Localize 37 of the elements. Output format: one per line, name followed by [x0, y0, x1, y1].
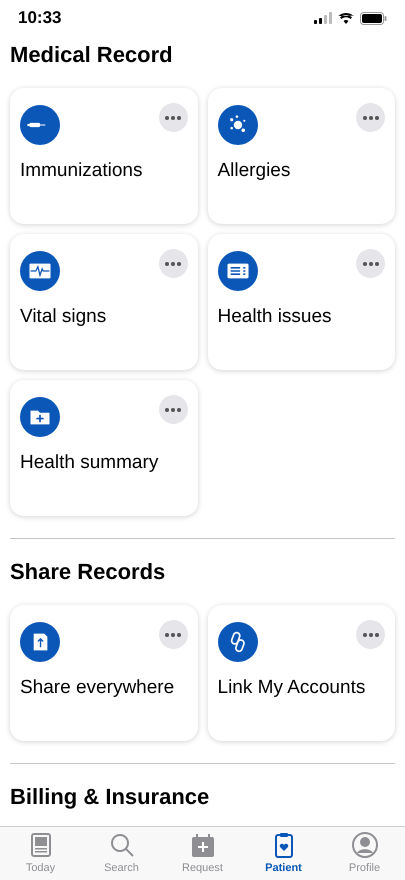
list-icon [218, 251, 258, 291]
section-title: Share Records [10, 559, 166, 585]
card-title: Allergies [218, 159, 292, 183]
battery-icon [360, 12, 387, 24]
more-button[interactable] [356, 620, 385, 649]
profile-icon [350, 831, 378, 859]
record-card[interactable]: Allergies [208, 88, 395, 224]
syringe-icon [20, 105, 60, 145]
record-card[interactable]: Link My Accounts [208, 605, 395, 741]
card-title: Share everywhere [20, 676, 176, 700]
section-title: Billing & Insurance [10, 784, 210, 810]
more-button[interactable] [158, 249, 188, 278]
more-button[interactable] [158, 103, 188, 132]
link-icon [218, 622, 258, 662]
record-card[interactable]: Vital signs [10, 234, 198, 370]
card-title: Health issues [218, 305, 333, 329]
upload-icon [20, 622, 60, 662]
folder-icon [20, 397, 60, 437]
section-title: Medical Record [10, 42, 174, 68]
record-card[interactable]: Health issues [208, 234, 395, 370]
record-card[interactable]: Share everywhere [10, 605, 198, 741]
record-card[interactable]: Health summary [10, 380, 198, 516]
more-button[interactable] [356, 103, 385, 132]
more-button[interactable] [158, 395, 188, 424]
tab-item[interactable]: Patient [243, 827, 324, 880]
pulse-icon [20, 251, 60, 291]
card-title: Link My Accounts [218, 676, 366, 700]
more-button[interactable] [356, 249, 385, 278]
card-title: Health summary [20, 451, 160, 475]
card-title: Vital signs [20, 305, 108, 329]
more-button[interactable] [158, 620, 188, 649]
status-time: 10:33 [18, 7, 62, 30]
wifi-icon [338, 12, 354, 24]
allergen-icon [218, 105, 258, 145]
signal-icon [314, 12, 332, 24]
card-title: Immunizations [20, 159, 144, 183]
record-card[interactable]: Immunizations [10, 88, 198, 224]
